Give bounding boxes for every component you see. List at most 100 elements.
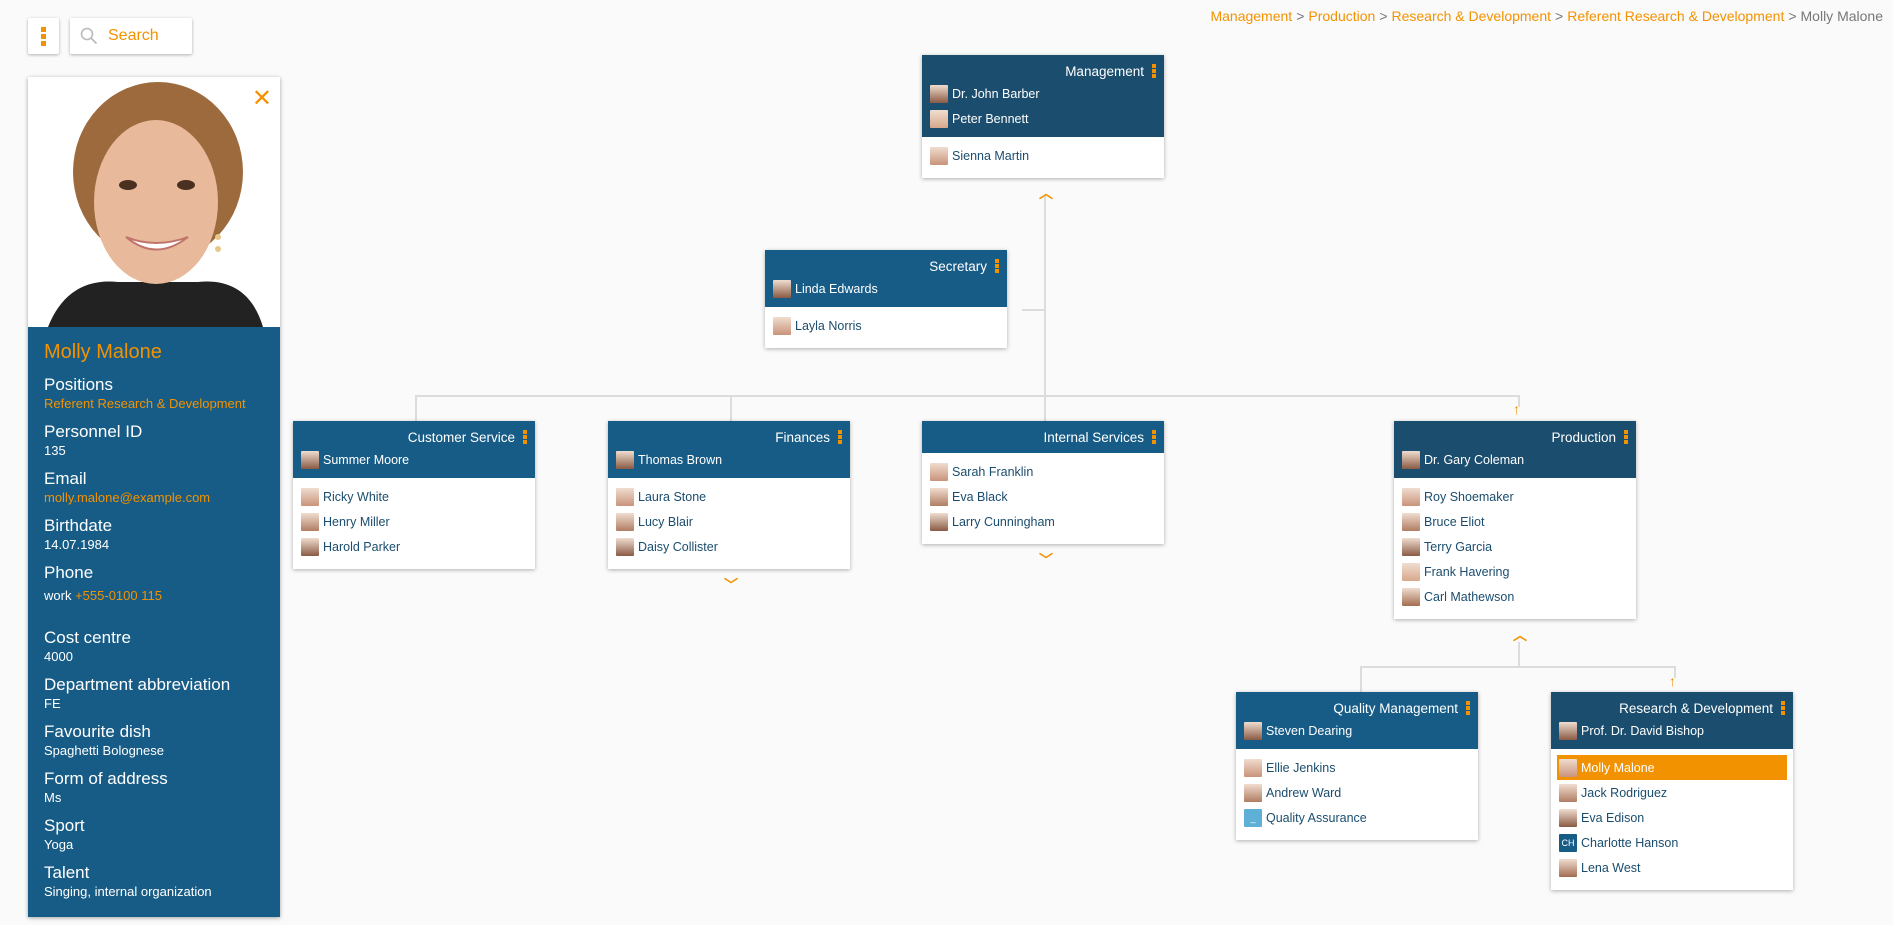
avatar [1559, 758, 1577, 777]
unit-card-quality-management[interactable]: Quality Management Steven Dearing Ellie Je… [1236, 692, 1478, 840]
member-item[interactable]: Andrew Ward [1244, 780, 1470, 805]
unit-card-management[interactable]: Management Dr. John Barber Peter Bennett Si… [922, 55, 1164, 178]
breadcrumb-separator: > [1788, 8, 1797, 24]
breadcrumb-item-referent-position[interactable]: Referent Research & Development [1567, 8, 1784, 24]
member-name: Henry Miller [323, 514, 390, 529]
member-name: Larry Cunningham [952, 514, 1055, 529]
member-item[interactable]: Sienna Martin [930, 143, 1156, 168]
field-label: Sport [44, 816, 85, 835]
member-item[interactable]: Summer Moore [301, 447, 527, 472]
field-talent: Talent Singing, internal organization [44, 862, 264, 901]
breadcrumb-item-research-development[interactable]: Research & Development [1392, 8, 1552, 24]
member-item[interactable]: Larry Cunningham [930, 509, 1156, 534]
member-item[interactable]: Roy Shoemaker [1402, 484, 1628, 509]
member-name: Layla Norris [795, 318, 862, 333]
member-item[interactable]: Layla Norris [773, 313, 999, 338]
field-value: FE [44, 696, 61, 711]
arrow-up-icon[interactable]: ↑ [1669, 674, 1676, 688]
arrow-up-icon[interactable]: ↑ [1513, 402, 1520, 416]
member-item[interactable]: Terry Garcia [1402, 534, 1628, 559]
unit-card-customer-service[interactable]: Customer Service Summer Moore Ricky White H… [293, 421, 535, 569]
member-name: Dr. John Barber [952, 86, 1040, 101]
position-link[interactable]: Referent Research & Development [44, 395, 264, 413]
member-name: Sarah Franklin [952, 464, 1034, 479]
field-label: Talent [44, 863, 90, 882]
member-item[interactable]: Carl Mathewson [1402, 584, 1628, 609]
breadcrumb-item-management[interactable]: Management [1210, 8, 1292, 24]
phone-type: work [44, 588, 72, 603]
member-item[interactable]: Steven Dearing [1244, 718, 1470, 743]
member-item[interactable]: Linda Edwards [773, 276, 999, 301]
expand-down-icon[interactable]: ﹀ [1039, 553, 1053, 567]
member-item[interactable]: Eva Black [930, 484, 1156, 509]
unit-card-finances[interactable]: Finances Thomas Brown Laura Stone Lucy Blai… [608, 421, 850, 569]
expand-down-icon[interactable]: ﹀ [724, 578, 738, 592]
unit-title: Customer Service [407, 429, 515, 445]
member-name: Charlotte Hanson [1581, 835, 1679, 850]
member-item[interactable]: Dr. John Barber [930, 81, 1156, 106]
member-item[interactable]: Ellie Jenkins [1244, 755, 1470, 780]
unit-members: Sienna Martin [922, 137, 1164, 178]
unit-card-internal-services[interactable]: Internal Services Sarah Franklin Eva Black… [922, 421, 1164, 544]
member-item[interactable]: Harold Parker [301, 534, 527, 559]
unit-card-production[interactable]: Production Dr. Gary Coleman Roy Shoemaker B… [1394, 421, 1636, 619]
unit-members: Molly Malone Jack Rodriguez Eva Edison CH Ch… [1551, 749, 1793, 890]
unit-menu-icon[interactable] [995, 259, 999, 273]
unit-card-research-and-development[interactable]: Research & Development Prof. Dr. David Bi… [1551, 692, 1793, 890]
member-item[interactable]: Dr. Gary Coleman [1402, 447, 1628, 472]
member-item[interactable]: Bruce Eliot [1402, 509, 1628, 534]
field-label: Email [44, 469, 87, 488]
member-item[interactable]: Sarah Franklin [930, 459, 1156, 484]
avatar [930, 512, 948, 531]
member-item[interactable]: Ricky White [301, 484, 527, 509]
connector-line [415, 395, 1520, 397]
member-name: Ellie Jenkins [1266, 760, 1336, 775]
unit-title: Research & Development [1619, 700, 1773, 716]
unit-card-secretary[interactable]: Secretary Linda Edwards Layla Norris [765, 250, 1007, 348]
member-item[interactable]: Thomas Brown [616, 447, 842, 472]
member-item[interactable]: Prof. Dr. David Bishop [1559, 718, 1785, 743]
member-item[interactable]: Peter Bennett [930, 106, 1156, 131]
breadcrumb-separator: > [1555, 8, 1564, 24]
unit-title-row: Management [930, 61, 1156, 81]
member-item[interactable]: Daisy Collister [616, 534, 842, 559]
unit-menu-icon[interactable] [523, 430, 527, 444]
member-item[interactable]: Eva Edison [1559, 805, 1785, 830]
search-icon [80, 27, 98, 45]
main-menu-button[interactable] [28, 18, 59, 54]
field-value: work +555-0100 115 [44, 587, 264, 605]
field-label: Phone [44, 563, 94, 582]
phone-link[interactable]: +555-0100 115 [75, 588, 162, 603]
collapse-up-icon[interactable]: ︿ [1513, 628, 1527, 642]
field-email: Email molly.malone@example.com [44, 468, 264, 507]
connector-line [1360, 666, 1676, 668]
member-item[interactable]: _ Quality Assurance [1244, 805, 1470, 830]
member-item[interactable]: CH Charlotte Hanson [1559, 830, 1785, 855]
unit-menu-icon[interactable] [1781, 701, 1785, 715]
unit-menu-icon[interactable] [1152, 64, 1156, 78]
unit-card-header: Finances Thomas Brown [608, 421, 850, 478]
unit-menu-icon[interactable] [1152, 430, 1156, 444]
field-form-of-address: Form of address Ms [44, 768, 264, 807]
avatar [616, 450, 634, 469]
member-item[interactable]: Lucy Blair [616, 509, 842, 534]
field-value: Yoga [44, 837, 74, 852]
email-link[interactable]: molly.malone@example.com [44, 489, 264, 507]
unit-menu-icon[interactable] [838, 430, 842, 444]
member-item[interactable]: Jack Rodriguez [1559, 780, 1785, 805]
member-item[interactable]: Lena West [1559, 855, 1785, 880]
unit-menu-icon[interactable] [1624, 430, 1628, 444]
member-item[interactable]: Laura Stone [616, 484, 842, 509]
breadcrumb-item-production[interactable]: Production [1308, 8, 1375, 24]
unit-menu-icon[interactable] [1466, 701, 1470, 715]
search-input[interactable] [106, 26, 186, 46]
connector-line [415, 395, 417, 421]
search-box[interactable] [70, 18, 192, 54]
member-item[interactable]: Henry Miller [301, 509, 527, 534]
member-item[interactable]: Frank Havering [1402, 559, 1628, 584]
member-item[interactable]: Molly Malone [1557, 755, 1787, 780]
collapse-up-icon[interactable]: ︿ [1039, 186, 1053, 200]
field-cost-centre: Cost centre 4000 [44, 627, 264, 666]
field-value: Spaghetti Bolognese [44, 743, 164, 758]
close-icon[interactable]: ✕ [252, 87, 272, 111]
